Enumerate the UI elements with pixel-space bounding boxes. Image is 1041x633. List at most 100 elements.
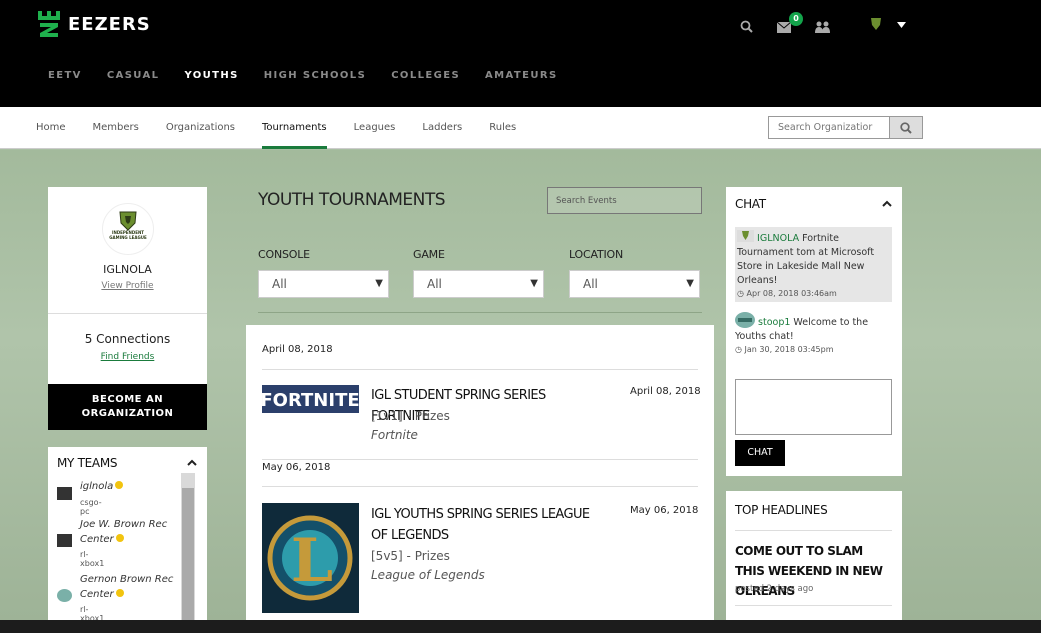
event-title[interactable]: IGL YOUTHS SPRING SERIES LEAGUE OF LEGEN… — [371, 504, 591, 546]
headline-separator — [735, 605, 892, 606]
friends-button[interactable] — [815, 18, 830, 37]
nav-casual[interactable]: CASUAL — [107, 70, 160, 81]
event-thumbnail[interactable]: L — [262, 503, 359, 617]
profile-avatar[interactable] — [101, 203, 154, 255]
caret-down-icon: ▼ — [530, 278, 538, 289]
chevron-down-icon — [897, 22, 907, 28]
clock-icon: ◷ — [735, 345, 742, 354]
chat-time: Jan 30, 2018 03:45pm — [744, 345, 834, 354]
view-profile-link[interactable]: View Profile — [48, 281, 207, 291]
subnav-leagues[interactable]: Leagues — [354, 122, 396, 133]
headlines-panel: TOP HEADLINES COME OUT TO SLAM THIS WEEK… — [726, 491, 902, 631]
clock-icon: ◷ — [737, 289, 744, 298]
event-game: Fortnite — [371, 428, 418, 442]
chevron-up-icon[interactable] — [882, 200, 892, 207]
subnav-organizations[interactable]: Organizations — [166, 122, 235, 133]
team-avatar — [57, 487, 72, 500]
team-name: iglnola — [80, 481, 114, 492]
location-filter-value: All — [583, 277, 598, 291]
become-org-line2: ORGANIZATION — [81, 408, 174, 419]
status-dot — [115, 534, 124, 542]
top-icons: 0 — [740, 12, 930, 37]
event-mode: [5v5] - Prizes — [371, 549, 450, 563]
event-date: April 08, 2018 — [630, 386, 701, 397]
team-name: Gernon Brown Rec Center — [80, 574, 174, 600]
my-teams-title: MY TEAMS — [57, 456, 118, 470]
team-avatar — [57, 534, 72, 547]
profile-name: IGLNOLA — [103, 263, 152, 276]
mail-icon — [776, 21, 792, 33]
nav-amateurs[interactable]: AMATEURS — [485, 70, 558, 81]
event-group-date: May 06, 2018 — [262, 462, 331, 473]
event-group-date: April 08, 2018 — [262, 344, 333, 355]
event-mode: [1v1] - Prizes — [371, 409, 450, 423]
scrollbar-thumb[interactable] — [182, 488, 194, 628]
location-filter-select[interactable]: All ▼ — [569, 270, 700, 298]
nav-high-schools[interactable]: HIGH SCHOOLS — [264, 70, 366, 81]
search-icon — [740, 20, 753, 33]
page-title: YOUTH TOURNAMENTS — [258, 190, 446, 210]
headlines-title: TOP HEADLINES — [735, 503, 828, 517]
chat-username[interactable]: stoop1 — [758, 317, 790, 328]
game-filter-label: GAME — [413, 248, 445, 261]
nav-colleges[interactable]: COLLEGES — [391, 70, 460, 81]
event-separator — [262, 459, 698, 460]
eezers-logo-icon — [38, 11, 60, 37]
connections-card: 5 Connections Find Friends — [48, 313, 207, 384]
chat-username[interactable]: IGLNOLA — [757, 233, 799, 244]
igl-logo-icon — [118, 211, 137, 231]
user-avatar-icon — [737, 230, 754, 242]
console-filter-value: All — [272, 277, 287, 291]
chat-panel: CHAT IGLNOLA Fortnite Tournament tom at … — [726, 187, 902, 476]
team-name: Joe W. Brown Rec Center — [80, 519, 168, 545]
main-nav: EETV CASUAL YOUTHS HIGH SCHOOLS COLLEGES… — [48, 70, 583, 81]
chat-time: Apr 08, 2018 03:46am — [746, 289, 837, 298]
profile-card: INDEPENDENT GAMING LEAGUE IGLNOLA View P… — [48, 187, 207, 313]
team-platform: rl-xbox1 — [80, 550, 105, 568]
chat-text: Welcome to the Youths chat! — [735, 317, 869, 342]
subnav-home[interactable]: Home — [36, 122, 66, 133]
brand-name: EEZERS — [68, 13, 151, 35]
events-search-input[interactable]: Search Events — [547, 187, 702, 214]
subnav-ladders[interactable]: Ladders — [422, 122, 462, 133]
brand-logo[interactable]: EEZERS — [36, 9, 151, 39]
subnav-members[interactable]: Members — [93, 122, 139, 133]
event-game: League of Legends — [371, 568, 485, 582]
become-org-line1: BECOME AN — [91, 394, 164, 405]
chat-input[interactable] — [735, 379, 892, 435]
league-logo-letter: L — [291, 526, 333, 596]
search-button[interactable] — [740, 18, 753, 37]
find-friends-link[interactable]: Find Friends — [48, 352, 207, 362]
team-avatar — [57, 589, 72, 602]
chat-message: IGLNOLA Fortnite Tournament tom at Micro… — [735, 227, 892, 302]
nav-youths[interactable]: YOUTHS — [184, 70, 238, 81]
search-icon — [900, 121, 912, 134]
user-avatar-icon — [735, 312, 755, 328]
subnav-rules[interactable]: Rules — [489, 122, 516, 133]
console-filter-label: CONSOLE — [258, 248, 310, 261]
profile-menu-button[interactable] — [870, 16, 907, 35]
my-teams-scrollbar[interactable] — [181, 473, 195, 628]
messages-button[interactable]: 0 — [776, 12, 803, 37]
organization-search-input[interactable] — [769, 117, 889, 138]
organization-search — [768, 116, 923, 139]
event-separator — [262, 486, 698, 487]
game-filter-select[interactable]: All ▼ — [413, 270, 544, 298]
my-teams-panel: MY TEAMS iglnola csgo-pc Joe W. Brown Re… — [48, 447, 207, 628]
chat-send-button[interactable]: CHAT — [735, 440, 785, 466]
organization-search-button[interactable] — [889, 117, 922, 138]
mail-count-badge: 0 — [789, 12, 803, 26]
subnav-tournaments[interactable]: Tournaments — [262, 122, 327, 149]
event-thumbnail[interactable]: FORTNITE — [260, 385, 360, 417]
caret-down-icon: ▼ — [375, 278, 383, 289]
chevron-up-icon[interactable] — [187, 459, 197, 466]
become-organization-button[interactable]: BECOME AN ORGANIZATION — [48, 384, 207, 430]
event-separator — [262, 369, 698, 370]
nav-eetv[interactable]: EETV — [48, 70, 82, 81]
filter-divider — [258, 312, 702, 313]
game-filter-value: All — [427, 277, 442, 291]
location-filter-label: LOCATION — [569, 248, 623, 261]
event-date: May 06, 2018 — [630, 505, 699, 516]
console-filter-select[interactable]: All ▼ — [258, 270, 389, 298]
top-bar: EEZERS EETV CASUAL YOUTHS HIGH SCHOOLS C… — [0, 0, 1041, 107]
